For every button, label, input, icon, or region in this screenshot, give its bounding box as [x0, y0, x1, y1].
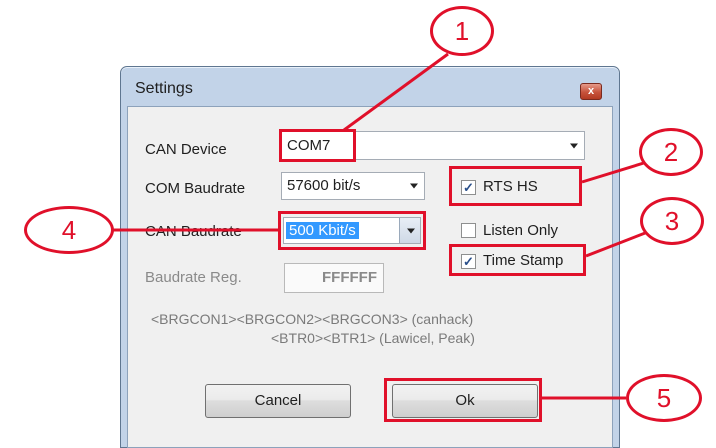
- callout-4: 4: [24, 206, 114, 254]
- callout-3: 3: [640, 197, 704, 245]
- callout-2: 2: [639, 128, 703, 176]
- callout-5: 5: [626, 374, 702, 422]
- callout-1: 1: [430, 6, 494, 56]
- callout-1-line: [343, 52, 449, 132]
